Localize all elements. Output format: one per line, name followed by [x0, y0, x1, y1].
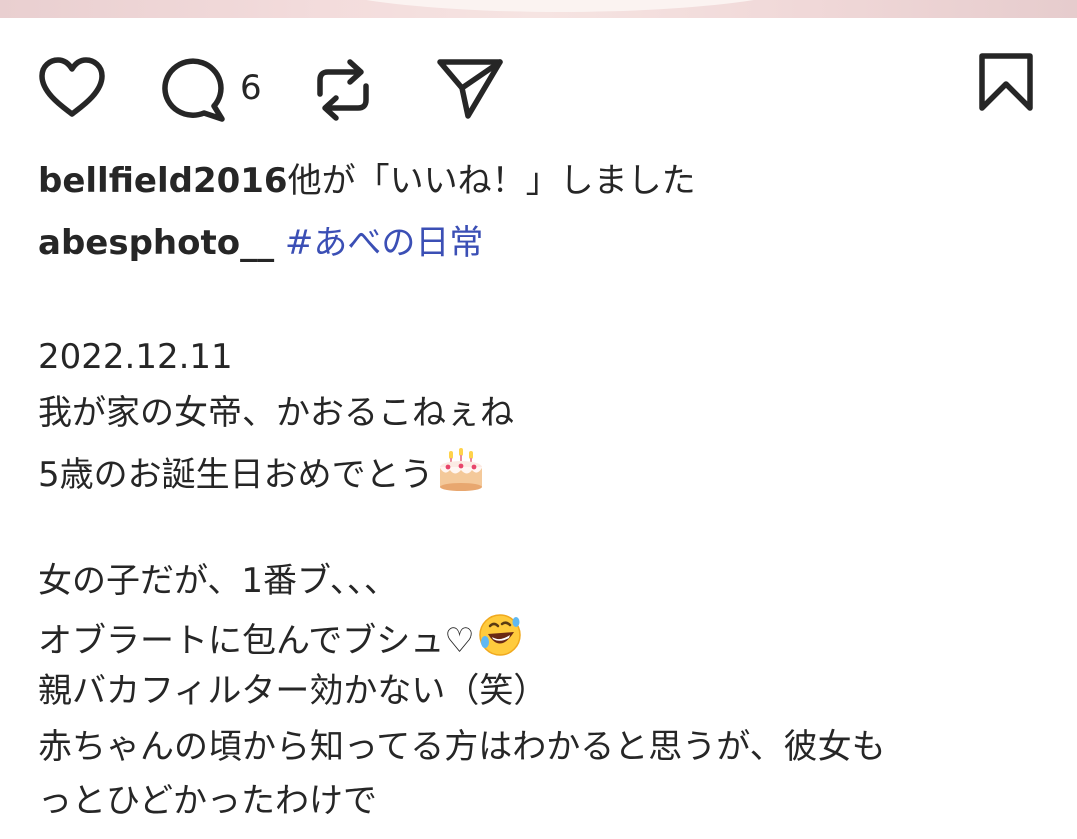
post-action-bar: 6 — [0, 48, 1077, 128]
caption-line-text: 5歳のお誕生日おめでとう — [38, 455, 434, 495]
share-button[interactable] — [434, 56, 506, 122]
birthday-cake-emoji — [436, 446, 486, 504]
caption-line: 我が家の女帝、かおるこねぇね — [38, 393, 514, 433]
photo-plate-shape — [300, 0, 820, 12]
post-photo-bottom-edge[interactable] — [0, 0, 1077, 18]
likes-summary: bellfield2016他が「いいね！」しました — [38, 158, 696, 204]
caption-line: オブラートに包んでブシュ♡ — [38, 612, 523, 670]
caption-line: っとひどかったわけで — [38, 781, 377, 821]
repost-arrows-icon — [317, 59, 369, 121]
caption-line: 赤ちゃんの頃から知ってる方はわかると思うが、彼女も — [38, 727, 886, 767]
paper-plane-icon — [437, 59, 503, 119]
comment-button[interactable] — [156, 56, 228, 122]
caption-line: 5歳のお誕生日おめでとう — [38, 446, 486, 504]
caption-line: 親バカフィルター効かない（笑） — [38, 671, 548, 711]
comment-bubble-icon — [162, 58, 225, 122]
repost-button[interactable] — [310, 54, 376, 126]
author-username[interactable]: abesphoto__ — [38, 223, 274, 263]
rolling-laughing-emoji — [477, 612, 523, 670]
bookmark-icon — [979, 53, 1033, 111]
comment-count: 6 — [240, 68, 262, 108]
caption-line-text: オブラートに包んでブシュ♡ — [38, 621, 475, 661]
heart-outline-icon — [39, 57, 105, 117]
hashtag-link[interactable]: #あべの日常 — [285, 223, 484, 263]
like-button[interactable] — [36, 56, 108, 120]
save-button[interactable] — [976, 52, 1036, 112]
caption-header: abesphoto__ #あべの日常 — [38, 220, 483, 266]
likes-suffix: 他が「いいね！」しました — [287, 161, 696, 201]
caption-line: 女の子だが、1番ブ、、、 — [38, 561, 398, 601]
caption-line: 2022.12.11 — [38, 337, 233, 377]
liker-username[interactable]: bellfield2016 — [38, 161, 288, 201]
